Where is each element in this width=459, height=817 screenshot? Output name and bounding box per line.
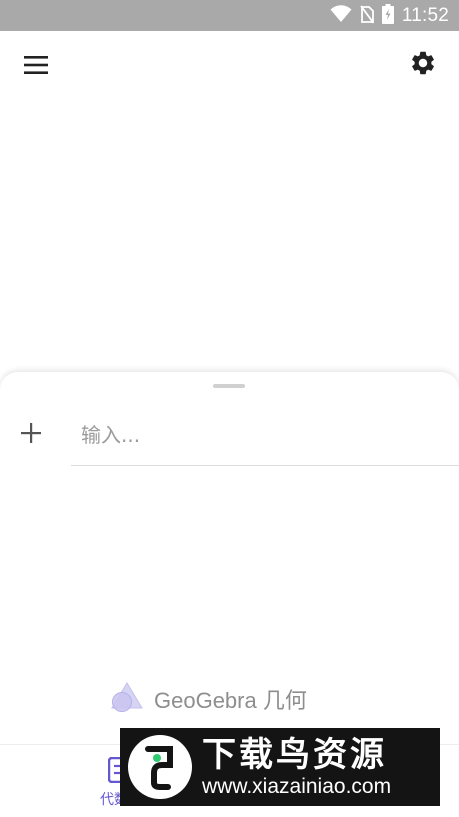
gear-icon	[409, 49, 437, 81]
watermark-url: www.xiazainiao.com	[202, 775, 392, 798]
geogebra-geometry-logo-icon	[110, 681, 144, 717]
hamburger-menu-icon	[24, 56, 48, 78]
watermark-banner: 下载鸟资源 www.xiazainiao.com	[120, 728, 440, 806]
status-icons: 11:52	[330, 4, 449, 28]
watermark-title: 下载鸟资源	[202, 735, 387, 775]
wifi-icon	[330, 5, 352, 27]
status-time: 11:52	[401, 5, 449, 26]
input-row	[71, 404, 459, 466]
no-sim-icon	[360, 4, 375, 28]
algebra-input[interactable]	[81, 420, 441, 450]
watermark-text: 下载鸟资源 www.xiazainiao.com	[202, 735, 391, 799]
watermark-bird-logo-icon	[128, 735, 192, 799]
app-brand: GeoGebra 几何	[110, 682, 307, 716]
drag-handle[interactable]	[213, 384, 245, 388]
status-bar: 11:52	[0, 0, 459, 31]
battery-charging-icon	[381, 4, 394, 28]
top-toolbar	[0, 31, 459, 103]
plus-icon	[21, 423, 41, 447]
add-button[interactable]	[12, 416, 50, 454]
menu-button[interactable]	[18, 49, 54, 85]
settings-button[interactable]	[405, 47, 441, 83]
brand-label: GeoGebra 几何	[154, 688, 307, 713]
